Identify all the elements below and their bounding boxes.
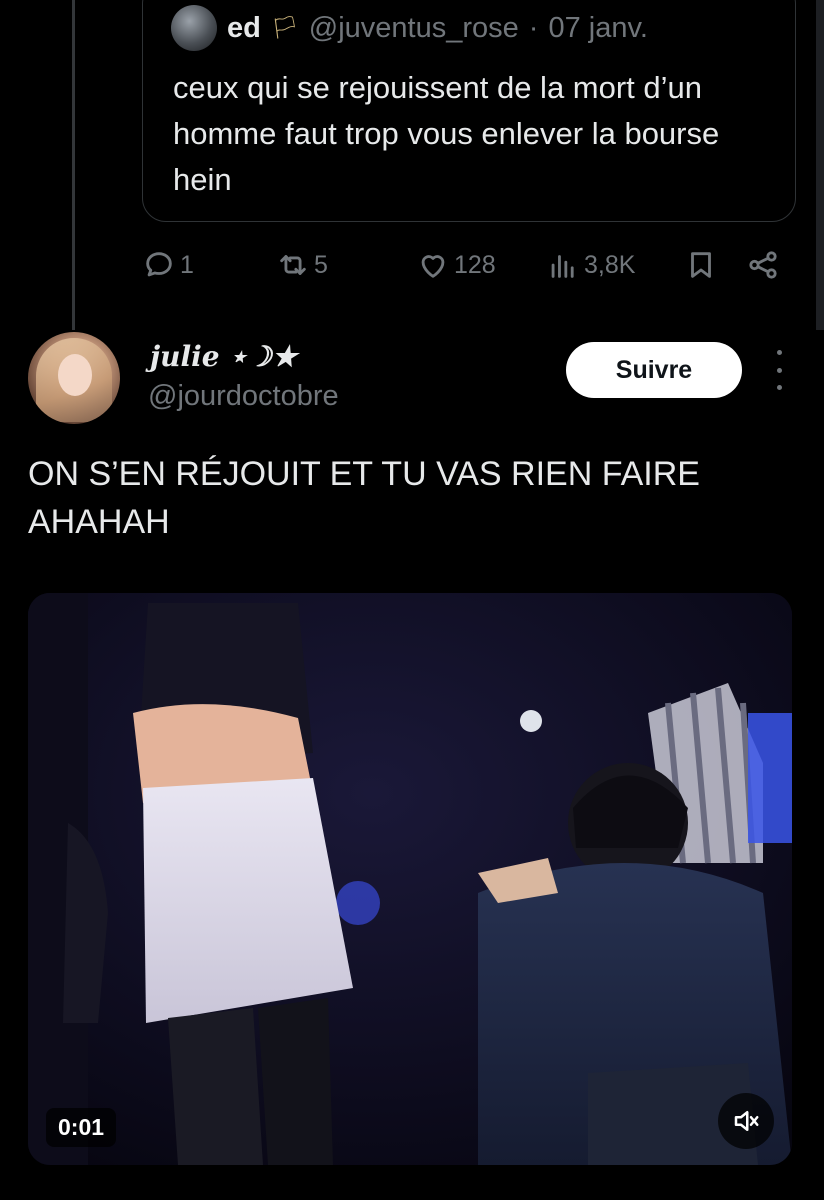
quoted-tweet-card[interactable]: ed 🏳 @juventus_rose · 07 janv. ceux qui … [142, 0, 796, 222]
reply-button[interactable]: 1 [142, 248, 194, 282]
mute-button[interactable] [718, 1093, 774, 1149]
muted-speaker-icon [734, 1111, 759, 1131]
repost-count: 5 [314, 250, 328, 279]
repost-icon [280, 255, 306, 275]
flag-icon: 🏳 [270, 15, 299, 40]
views-count: 3,8K [584, 250, 636, 279]
like-button[interactable]: 128 [416, 248, 496, 282]
author-handle[interactable]: @jourdoctobre [148, 380, 339, 413]
meta-separator: · [528, 11, 539, 44]
thread-line [72, 0, 75, 330]
share-button[interactable] [746, 248, 780, 282]
quoted-author-avatar[interactable] [171, 5, 217, 51]
video-player[interactable]: 0:01 [28, 593, 792, 1165]
follow-button[interactable]: Suivre [566, 342, 742, 398]
avatar[interactable] [28, 332, 120, 424]
views-button[interactable]: 3,8K [546, 248, 635, 282]
heart-icon [421, 255, 445, 278]
tweet-actions-bar: 1 5 128 3,8K [142, 244, 792, 288]
tweet-text: ON S’EN RÉJOUIT ET TU VAS RIEN FAIRE AHA… [28, 455, 700, 541]
scroll-indicator[interactable] [816, 0, 824, 330]
quoted-tweet-text: ceux qui se rejouissent de la mort d’un … [173, 70, 720, 197]
repost-button[interactable]: 5 [276, 248, 328, 282]
like-count: 128 [454, 250, 496, 279]
bookmark-icon [691, 252, 711, 278]
reply-icon [146, 252, 172, 277]
views-icon [551, 255, 574, 278]
more-vertical-icon[interactable] [766, 350, 792, 390]
video-duration: 0:01 [46, 1108, 117, 1147]
reply-count: 1 [180, 250, 194, 279]
share-icon [749, 251, 777, 279]
tweet-header: julie ⋆☽★ @jourdoctobre Suivre [28, 332, 798, 428]
avatar-face [58, 354, 92, 396]
quoted-author-name[interactable]: ed [227, 12, 261, 45]
video-frame [28, 593, 792, 1165]
quoted-author-handle[interactable]: @juventus_rose [309, 12, 519, 45]
author-display-name[interactable]: julie ⋆☽★ [150, 340, 297, 373]
quoted-tweet-header: ed 🏳 @juventus_rose · 07 janv. [171, 5, 648, 51]
quoted-tweet-date[interactable]: 07 janv. [548, 12, 647, 45]
bookmark-button[interactable] [684, 248, 718, 282]
